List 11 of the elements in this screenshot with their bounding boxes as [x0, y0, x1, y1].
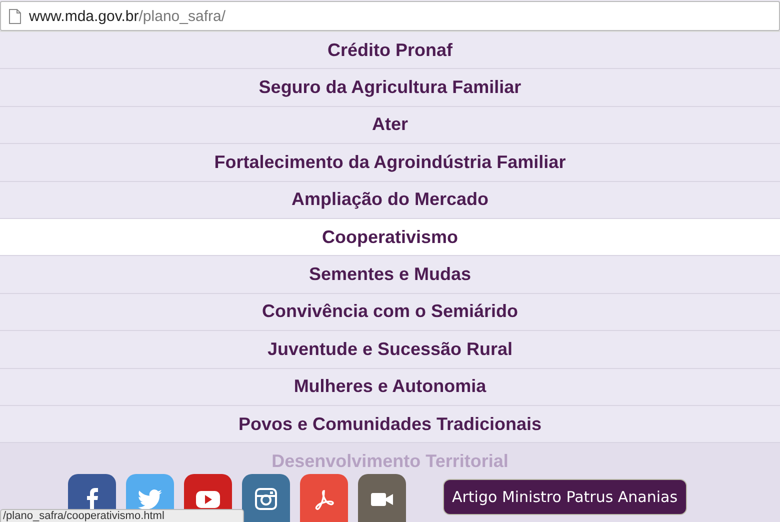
camera-icon	[252, 485, 280, 513]
social-link[interactable]	[358, 474, 406, 522]
menu-item[interactable]: Cooperativismo	[0, 218, 780, 256]
menu-item[interactable]: Convivência com o Semiárido	[0, 294, 780, 332]
url-text: www.mda.gov.br/plano_safra/	[29, 8, 226, 24]
page-icon	[9, 8, 21, 24]
article-button[interactable]: Artigo Ministro Patrus Ananias	[443, 479, 687, 515]
menu-item[interactable]: Mulheres e Autonomia	[0, 368, 780, 406]
address-bar[interactable]: www.mda.gov.br/plano_safra/	[0, 1, 780, 31]
link-url-tooltip: /plano_safra/cooperativismo.html	[0, 509, 244, 522]
menu-item[interactable]: Ampliação do Mercado	[0, 182, 780, 219]
